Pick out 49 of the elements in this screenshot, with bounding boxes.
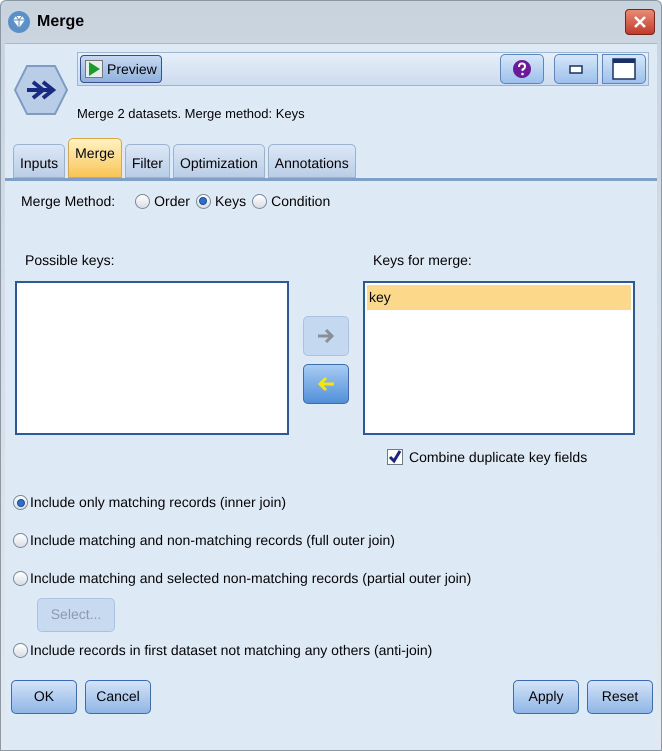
gem-icon: [7, 10, 31, 34]
radio-label: Include matching and non-matching records (full outer join): [30, 531, 395, 550]
radio-label: Order: [154, 192, 190, 210]
radio-button[interactable]: [196, 194, 211, 208]
window-title: Merge: [37, 12, 86, 32]
preview-button[interactable]: Preview: [80, 55, 162, 83]
list-box[interactable]: key: [363, 280, 635, 434]
right-arrow-icon: [316, 328, 336, 344]
left-arrow-icon: [316, 376, 336, 392]
maximize-button[interactable]: [602, 54, 646, 84]
dialog-button[interactable]: Cancel: [85, 680, 151, 714]
radio-label: Condition: [271, 192, 330, 210]
dialog-button[interactable]: OK: [11, 680, 77, 714]
help-icon: [512, 59, 532, 79]
checkmark-icon: [388, 450, 402, 464]
merge-node-icon: [13, 62, 69, 118]
list-label: Keys for merge:: [373, 250, 473, 270]
tab[interactable]: Filter: [124, 144, 170, 178]
radio-label: Keys: [214, 192, 246, 211]
list-box[interactable]: [15, 280, 289, 434]
close-icon: [633, 15, 647, 29]
radio-button[interactable]: [252, 194, 268, 208]
maximize-icon: [612, 58, 636, 80]
radio-button[interactable]: [135, 194, 150, 208]
checkbox[interactable]: [387, 449, 403, 465]
radio-button[interactable]: [13, 495, 28, 510]
radio-button[interactable]: [13, 571, 28, 586]
radio-label: Include records in first dataset not matching any others (anti-join): [30, 641, 432, 660]
minimize-button[interactable]: [554, 54, 598, 84]
minimize-icon: [569, 64, 583, 74]
close-button[interactable]: [625, 9, 655, 35]
dialog-button[interactable]: Reset: [587, 680, 653, 714]
play-icon: [85, 60, 103, 78]
list-item[interactable]: key: [367, 284, 631, 310]
radio-button[interactable]: [13, 533, 28, 548]
remove-key-button[interactable]: [303, 364, 349, 404]
dialog-button[interactable]: Apply: [513, 680, 579, 714]
list-label: Possible keys:: [25, 250, 116, 270]
tab[interactable]: Optimization: [172, 144, 265, 178]
tab[interactable]: Merge: [68, 138, 122, 178]
radio-button[interactable]: [13, 643, 28, 658]
help-button[interactable]: [500, 54, 544, 84]
radio-label: Include only matching records (inner join): [30, 493, 286, 512]
tab[interactable]: Inputs: [13, 144, 66, 178]
field-label: Merge Method:: [21, 192, 116, 211]
radio-label: Include matching and selected non-matching records (partial outer join): [30, 569, 472, 588]
tab[interactable]: Annotations: [268, 144, 356, 178]
description-text: Merge 2 datasets. Merge method: Keys: [77, 105, 306, 123]
checkbox-label: Combine duplicate key fields: [409, 448, 588, 467]
